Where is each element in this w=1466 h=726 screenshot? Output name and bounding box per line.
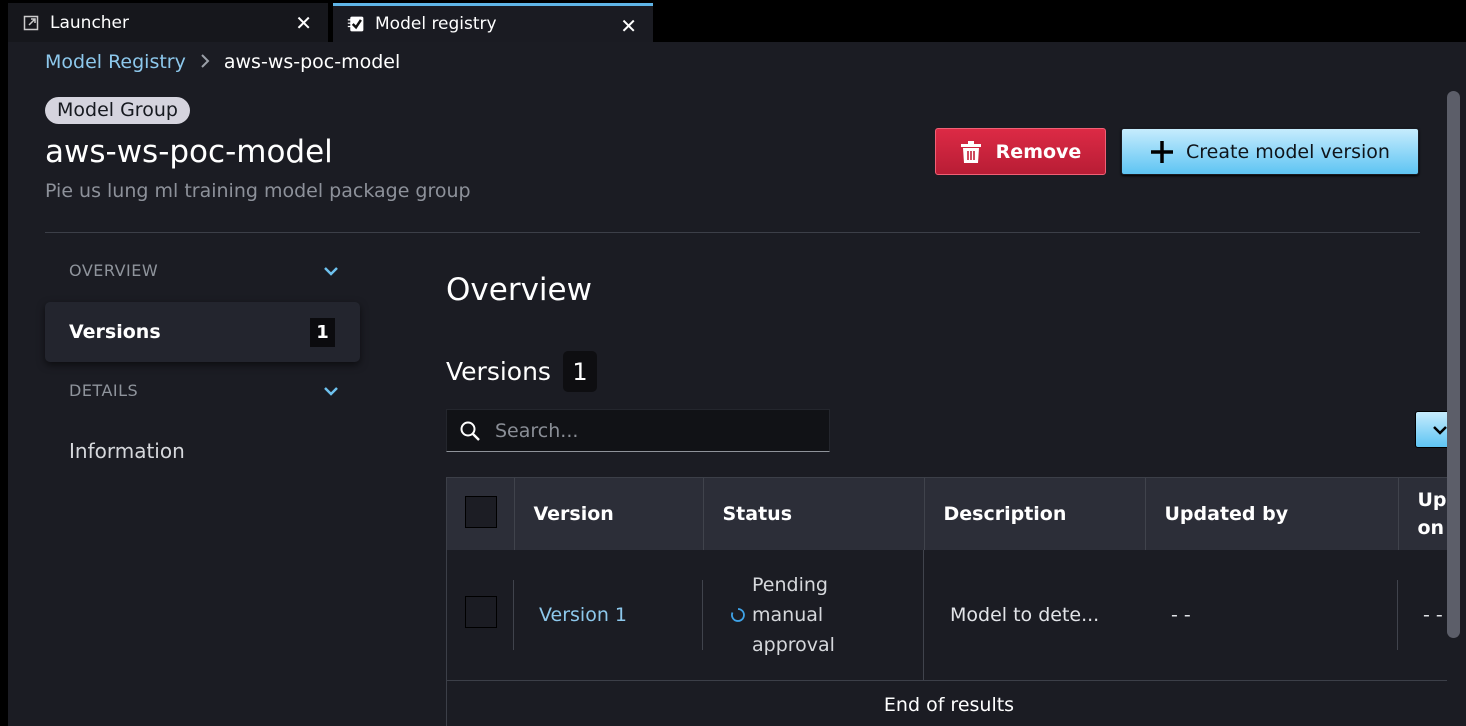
tab-label: Model registry [375,14,497,34]
end-of-results: End of results [447,679,1450,726]
version-cell: Version 1 [514,550,703,680]
tab-bar: Launcher ✕ Model registry ✕ [0,0,1466,42]
nav-section-overview[interactable]: OVERVIEW [69,261,339,280]
column-header-updated-by[interactable]: Updated by [1145,478,1399,550]
row-select-cell [447,550,514,680]
sidebar-item-label: Versions [69,321,161,343]
remove-label: Remove [995,140,1082,163]
updated-by-cell: - - [1145,550,1398,680]
end-of-results-text: End of results [883,694,1015,717]
version-link[interactable]: Version 1 [539,604,627,626]
versions-count-badge: 1 [310,318,335,347]
create-label: Create model version [1186,140,1390,163]
status-line: Pending [752,573,828,596]
table-row: Version 1 Pending manual approval Model … [447,550,1450,680]
plus-icon [1150,140,1174,164]
close-icon[interactable]: ✕ [295,11,312,35]
table-footer-row: End of results [447,679,1450,726]
table-header-row: Version Status Description Updated by Up… [447,478,1450,550]
select-all-header [447,478,515,550]
sidebar-item-versions[interactable]: Versions 1 [45,302,360,362]
status-text: Pending manual approval [752,570,835,660]
column-header-updated-on[interactable]: Updated on [1398,478,1450,550]
versions-count-badge: 1 [562,351,597,392]
header-divider [45,232,1420,233]
page-title: aws-ws-poc-model [45,134,333,170]
nav-section-details[interactable]: DETAILS [69,381,339,400]
breadcrumb-current: aws-ws-poc-model [223,51,401,73]
main-panel: Model Registry aws-ws-poc-model Model Gr… [0,42,1466,726]
updated-by-value: - - [1171,603,1191,626]
column-header-version[interactable]: Version [514,478,704,550]
versions-heading: Versions 1 [446,351,597,392]
chevron-down-icon [323,266,339,276]
search-input[interactable] [495,419,795,442]
row-checkbox[interactable] [465,596,497,629]
tab-launcher[interactable]: Launcher ✕ [8,3,328,42]
breadcrumb: Model Registry aws-ws-poc-model [45,51,400,73]
external-link-icon [22,14,40,32]
nav-section-label: DETAILS [69,381,139,400]
versions-table: Version Status Description Updated by Up… [446,477,1450,726]
loading-spinner-icon [730,607,746,623]
overview-heading: Overview [446,272,592,308]
updated-on-cell: - - [1423,603,1443,626]
column-header-description[interactable]: Description [924,478,1146,550]
trash-icon [960,140,982,164]
chevron-right-icon [200,52,210,73]
nav-section-label: OVERVIEW [69,261,159,280]
search-field[interactable] [446,409,830,452]
status-cell: Pending manual approval [703,550,924,680]
checklist-icon [347,15,365,33]
chevron-down-icon [1432,420,1448,439]
search-icon [459,420,481,442]
description-cell: Model to dete... [950,603,1100,626]
close-icon[interactable]: ✕ [620,14,637,38]
remove-button[interactable]: Remove [935,128,1106,175]
breadcrumb-model-registry-link[interactable]: Model Registry [45,51,186,73]
tab-model-registry[interactable]: Model registry ✕ [333,3,653,42]
column-header-status[interactable]: Status [703,478,925,550]
versions-title: Versions [446,357,551,386]
scrollbar-thumb[interactable] [1447,91,1460,638]
create-model-version-button[interactable]: Create model version [1121,128,1419,175]
page-subtitle: Pie us lung ml training model package gr… [45,180,471,202]
status-line: manual [752,603,824,626]
tab-label: Launcher [50,12,130,33]
model-group-badge: Model Group [45,97,190,124]
sidebar-item-information[interactable]: Information [69,439,185,463]
select-all-checkbox[interactable] [465,495,497,528]
chevron-down-icon [323,386,339,396]
status-line: approval [752,633,835,656]
